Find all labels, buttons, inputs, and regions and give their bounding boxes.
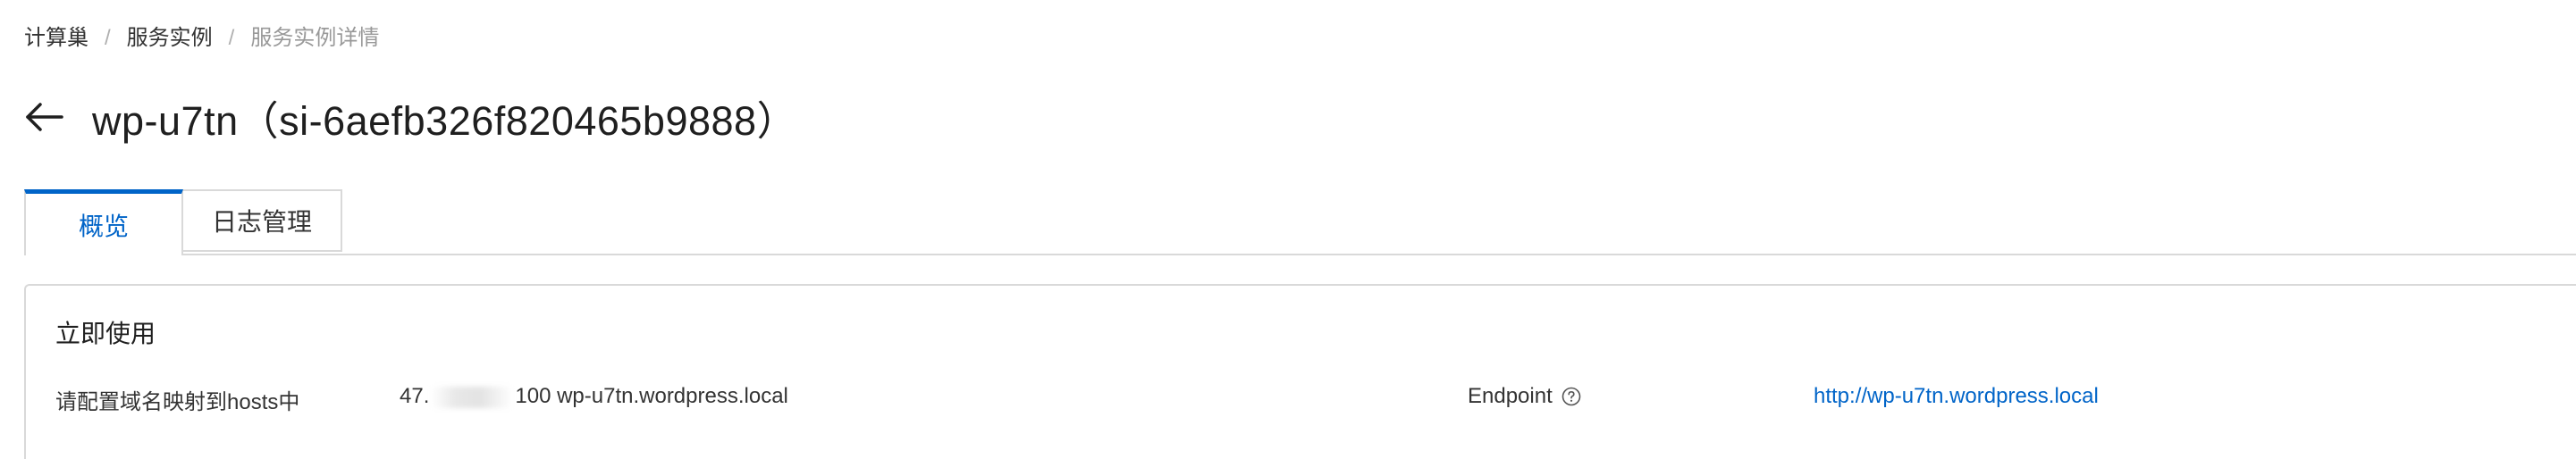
endpoint-label: Endpoint <box>1468 384 1553 408</box>
hosts-mapping-label: 请配置域名映射到hosts中 <box>55 390 300 414</box>
tab-overview[interactable]: 概览 <box>24 189 183 255</box>
tab-bar: 概览 日志管理 <box>24 189 2576 255</box>
breadcrumb: 计算巢 / 服务实例 / 服务实例详情 <box>24 23 379 54</box>
hosts-mapping-value: 47. 100 wp-u7tn.wordpress.local <box>400 384 788 409</box>
question-circle-icon[interactable] <box>1562 387 1581 406</box>
hosts-ip-prefix: 47. <box>400 384 430 408</box>
arrow-left-icon[interactable] <box>24 99 65 135</box>
redacted-ip-segment <box>431 386 514 408</box>
tab-log-management[interactable]: 日志管理 <box>183 189 342 252</box>
breadcrumb-item-service-instances[interactable]: 服务实例 <box>127 23 213 54</box>
card-title: 立即使用 <box>55 320 156 347</box>
endpoint-link[interactable]: http://wp-u7tn.wordpress.local <box>1814 384 2099 409</box>
page-header: wp-u7tn（si-6aefb326f820465b9888） <box>24 86 797 148</box>
breadcrumb-item-compute-nest[interactable]: 计算巢 <box>24 23 88 54</box>
quick-use-card: 立即使用 请配置域名映射到hosts中 47. 100 wp-u7tn.wordp… <box>24 284 2576 459</box>
breadcrumb-separator: / <box>105 26 111 50</box>
hosts-ip-suffix: 100 wp-u7tn.wordpress.local <box>515 384 788 408</box>
page-title: wp-u7tn（si-6aefb326f820465b9888） <box>92 97 798 144</box>
breadcrumb-item-instance-detail: 服务实例详情 <box>250 26 380 50</box>
endpoint-label-group: Endpoint <box>1468 384 1581 409</box>
breadcrumb-separator: / <box>228 26 235 50</box>
